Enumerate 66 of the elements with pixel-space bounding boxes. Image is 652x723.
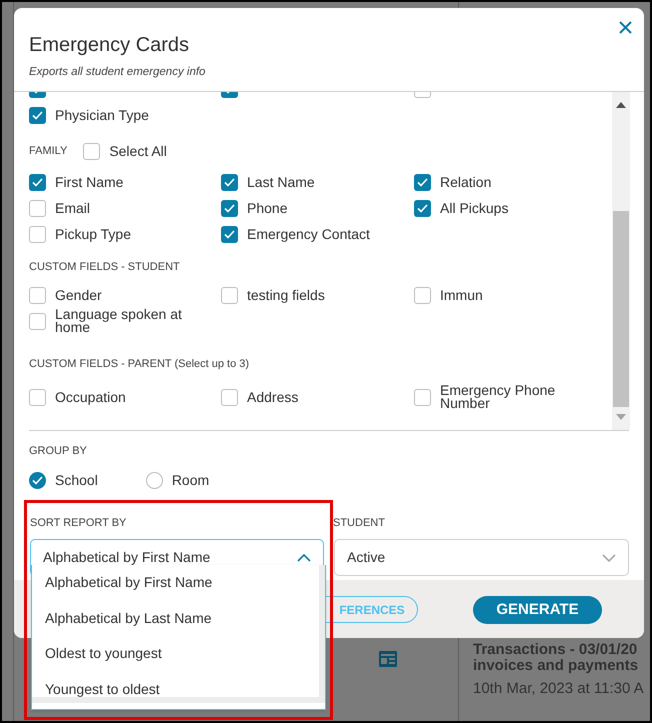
checkbox[interactable]: [83, 142, 100, 160]
checkbox-label: Immun: [440, 288, 483, 302]
checkbox-label: Emergency Contact: [247, 228, 370, 240]
checkbox[interactable]: [414, 388, 431, 406]
checkbox-label: Address: [247, 390, 298, 404]
radio-button[interactable]: [29, 472, 46, 488]
checkbox[interactable]: [29, 106, 46, 124]
scrollbar[interactable]: [612, 92, 630, 430]
checkbox[interactable]: [414, 174, 431, 190]
checkbox-label: Physician Type: [55, 108, 149, 122]
field-label: STUDENT: [333, 516, 385, 530]
checkbox[interactable]: [221, 286, 238, 304]
checkbox[interactable]: [29, 226, 46, 242]
field-label: SORT REPORT BY: [30, 516, 126, 530]
section-heading: CUSTOM FIELDS - STUDENT: [29, 260, 180, 275]
checkmark-icon: [32, 178, 43, 186]
checkbox-label: Email: [55, 202, 90, 214]
checkmark-icon: [417, 204, 428, 212]
report-subtitle: invoices and payments: [473, 658, 638, 674]
checkbox[interactable]: [29, 200, 46, 216]
checkmark-icon: [32, 110, 43, 120]
radio-label: School: [55, 470, 98, 490]
checkbox[interactable]: [29, 286, 46, 304]
checkmark-icon: [32, 476, 43, 484]
radio-label: Room: [172, 470, 210, 490]
scroll-down-icon[interactable]: [616, 414, 626, 420]
checkbox-label: Occupation: [55, 390, 126, 404]
checkmark-icon: [417, 178, 428, 186]
checkbox-label: First Name: [55, 176, 124, 188]
checkbox[interactable]: [221, 226, 238, 242]
section-heading: FAMILY: [29, 144, 68, 159]
generate-button[interactable]: GENERATE: [473, 596, 602, 624]
checkbox[interactable]: [414, 200, 431, 216]
checkbox-label: Phone: [247, 202, 288, 214]
checkbox[interactable]: [221, 200, 238, 216]
checkbox[interactable]: [29, 388, 46, 406]
checkbox-label: Last Name: [247, 176, 315, 188]
chevron-down-icon: [602, 554, 616, 562]
checkbox-label: Pickup Type: [55, 228, 132, 240]
checkbox-label: Gender: [55, 288, 102, 302]
chevron-up-icon: [297, 554, 311, 562]
checkbox[interactable]: [414, 286, 431, 304]
checkbox-label: Relation: [440, 176, 492, 188]
checkbox[interactable]: [221, 174, 238, 190]
student-dropdown[interactable]: Active: [334, 539, 629, 576]
checkmark-icon: [224, 230, 235, 238]
checkmark-icon: [224, 178, 235, 186]
dropdown-option[interactable]: Youngest to oldest: [32, 672, 319, 707]
checkbox[interactable]: [29, 174, 46, 190]
dropdown-option[interactable]: Oldest to youngest: [32, 636, 319, 672]
checkbox-label: Language spoken at home: [55, 308, 183, 334]
checkbox-label: testing fields: [247, 288, 325, 302]
scroll-up-icon[interactable]: [616, 102, 626, 108]
radio-button[interactable]: [146, 472, 163, 488]
checkbox[interactable]: [221, 388, 238, 406]
checkmark-icon: [224, 204, 235, 212]
checkbox[interactable]: [29, 312, 46, 330]
checkbox-label: Emergency Phone Number: [440, 384, 556, 410]
checkbox-label: All Pickups: [440, 202, 508, 214]
checkbox-label: Select All: [109, 142, 167, 160]
newspaper-icon[interactable]: [379, 651, 399, 667]
section-heading: CUSTOM FIELDS - PARENT (Select up to 3): [29, 356, 250, 372]
report-date: 10th Mar, 2023 at 11:30 A: [473, 679, 644, 699]
dialog-title: Emergency Cards: [29, 33, 190, 58]
dialog-subtitle: Exports all student emergency info: [29, 65, 206, 80]
section-heading: GROUP BY: [29, 444, 87, 459]
